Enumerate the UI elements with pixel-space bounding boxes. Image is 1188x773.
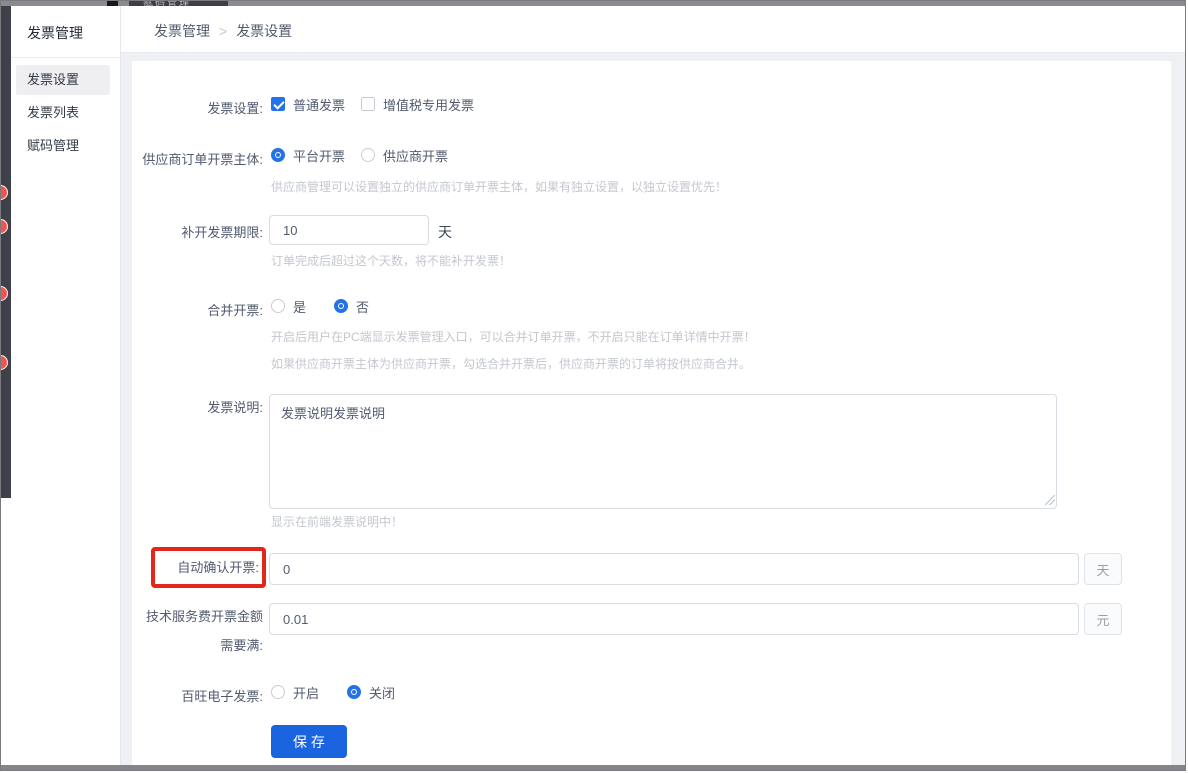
- auto-confirm-unit-box: 天: [1084, 553, 1122, 585]
- highlight-annotation-box: 自动确认开票:: [151, 547, 266, 588]
- supplier-subject-help: 供应商管理可以设置独立的供应商订单开票主体，如果有独立设置，以独立设置优先！: [271, 178, 727, 195]
- app-window: 赋码管理 发票管理 发票设置 发票列表 赋码管理 发票管理 > 发票设置 发票设置:…: [0, 0, 1186, 771]
- baiwang-options: 开启 关闭: [271, 684, 395, 700]
- reissue-period-help: 订单完成后超过这个天数，将不能补开发票！: [271, 252, 511, 269]
- invoice-setting-label: 发票设置:: [132, 98, 263, 117]
- tech-fee-input[interactable]: [269, 603, 1079, 635]
- platform-invoicing-label[interactable]: 平台开票: [293, 146, 345, 165]
- reissue-period-unit: 天: [438, 222, 452, 242]
- sidebar-item-invoice-settings[interactable]: 发票设置: [16, 65, 110, 95]
- resize-handle-icon[interactable]: [1045, 495, 1055, 505]
- collapsed-menu-strip: [1, 6, 11, 498]
- notification-badge: [0, 219, 8, 234]
- breadcrumb: 发票管理 > 发票设置: [121, 6, 1185, 53]
- breadcrumb-item-invoice-settings: 发票设置: [236, 23, 292, 39]
- baiwang-off-radio[interactable]: [347, 685, 361, 699]
- breadcrumb-separator-icon: >: [219, 23, 227, 39]
- tech-fee-label-line2: 需要满:: [132, 635, 263, 654]
- content-area: 发票管理 > 发票设置 发票设置: 普通发票 增值税专用发票 供应商订单开票主体: …: [121, 6, 1185, 765]
- breadcrumb-item-invoice-management[interactable]: 发票管理: [154, 23, 210, 39]
- auto-confirm-input[interactable]: [269, 553, 1079, 585]
- vat-invoice-label[interactable]: 增值税专用发票: [383, 95, 474, 114]
- merge-yes-label[interactable]: 是: [293, 297, 306, 316]
- supplier-invoicing-radio[interactable]: [361, 148, 375, 162]
- settings-form-card: 发票设置: 普通发票 增值税专用发票 供应商订单开票主体: 平台开票 供应商开票…: [132, 61, 1171, 765]
- merge-no-label[interactable]: 否: [356, 297, 369, 316]
- sidebar-title: 发票管理: [11, 6, 120, 58]
- notification-badge: [0, 355, 8, 370]
- merge-invoice-help-1: 开启后用户在PC端显示发票管理入口，可以合并订单开票，不开启只能在订单详情中开票…: [271, 328, 756, 345]
- normal-invoice-label[interactable]: 普通发票: [293, 95, 345, 114]
- platform-invoicing-radio[interactable]: [271, 148, 285, 162]
- window-bottom-edge: [1, 765, 1185, 770]
- tech-fee-label-line1: 技术服务费开票金额: [132, 606, 263, 625]
- reissue-period-input[interactable]: [269, 215, 429, 245]
- notification-badge: [0, 286, 8, 301]
- supplier-subject-label: 供应商订单开票主体:: [132, 149, 263, 168]
- invoice-setting-options: 普通发票 增值税专用发票: [271, 96, 474, 112]
- merge-no-radio[interactable]: [334, 299, 348, 313]
- baiwang-on-radio[interactable]: [271, 685, 285, 699]
- merge-invoice-help-2: 如果供应商开票主体为供应商开票，勾选合并开票后，供应商开票的订单将按供应商合并。: [271, 355, 751, 372]
- baiwang-off-label[interactable]: 关闭: [369, 683, 395, 702]
- normal-invoice-checkbox[interactable]: [271, 97, 285, 111]
- invoice-note-textarea[interactable]: 发票说明发票说明: [269, 394, 1057, 509]
- baiwang-on-label[interactable]: 开启: [293, 683, 319, 702]
- tech-fee-unit-box: 元: [1084, 603, 1122, 635]
- auto-confirm-label: 自动确认开票:: [155, 551, 262, 584]
- merge-invoice-label: 合并开票:: [132, 300, 263, 319]
- baiwang-label: 百旺电子发票:: [132, 686, 263, 705]
- vat-invoice-checkbox[interactable]: [361, 97, 375, 111]
- supplier-subject-options: 平台开票 供应商开票: [271, 147, 448, 163]
- sidebar: 发票管理 发票设置 发票列表 赋码管理: [11, 6, 121, 765]
- supplier-invoicing-label[interactable]: 供应商开票: [383, 146, 448, 165]
- sidebar-item-code-management[interactable]: 赋码管理: [16, 131, 110, 161]
- merge-invoice-options: 是 否: [271, 298, 369, 314]
- merge-yes-radio[interactable]: [271, 299, 285, 313]
- reissue-period-label: 补开发票期限:: [132, 222, 263, 241]
- sidebar-menu: 发票设置 发票列表 赋码管理: [11, 58, 120, 161]
- notification-badge: [0, 185, 8, 200]
- invoice-note-label: 发票说明:: [132, 397, 263, 416]
- save-button[interactable]: 保 存: [271, 725, 347, 758]
- sidebar-item-invoice-list[interactable]: 发票列表: [16, 98, 110, 128]
- invoice-note-help: 显示在前端发票说明中！: [271, 513, 403, 530]
